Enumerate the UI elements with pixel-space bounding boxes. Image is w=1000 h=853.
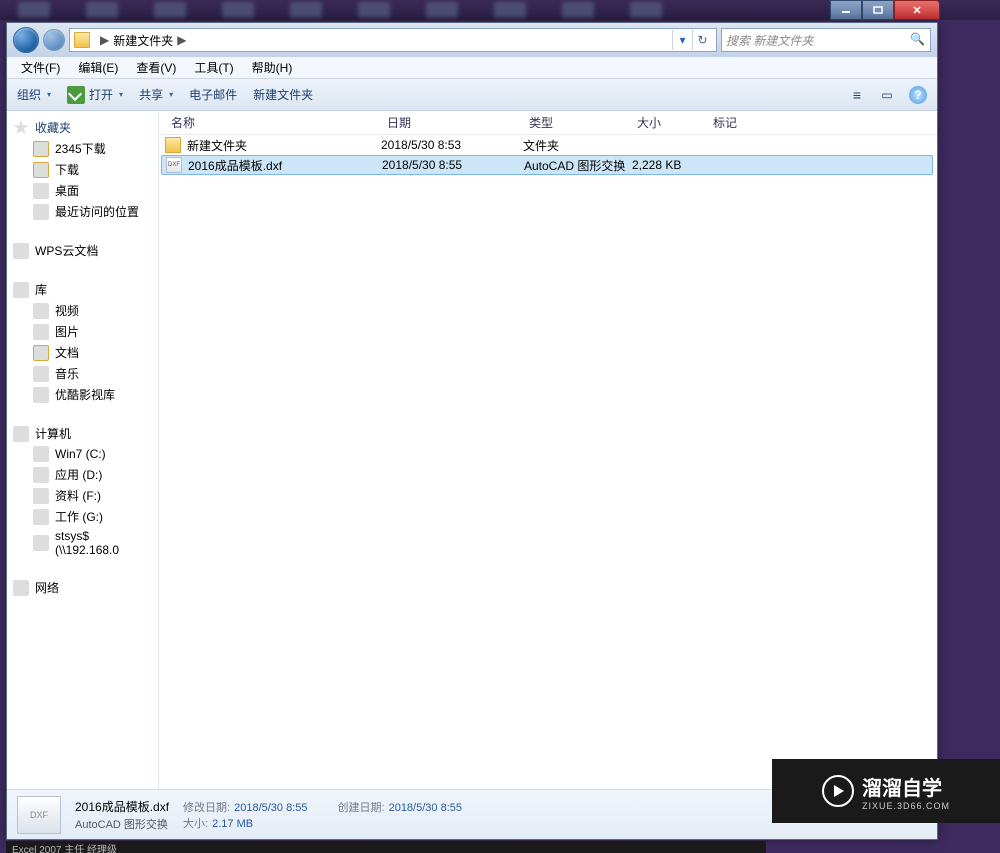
organize-button[interactable]: 组织: [17, 84, 51, 105]
menu-tools[interactable]: 工具(T): [186, 57, 241, 78]
menu-view[interactable]: 查看(V): [128, 57, 184, 78]
help-icon[interactable]: ?: [909, 86, 927, 104]
details-size-value: 2.17 MB: [212, 818, 253, 830]
col-size[interactable]: 大小: [631, 111, 707, 134]
window-controls: [830, 0, 940, 20]
command-bar: 组织 打开 共享 电子邮件 新建文件夹 ≡ ▭ ?: [7, 79, 937, 111]
nav-drive-f[interactable]: 资料 (F:): [7, 485, 158, 506]
play-icon: [822, 775, 854, 807]
network-drive-icon: [33, 535, 49, 551]
star-icon: [13, 120, 29, 136]
file-row-folder[interactable]: 新建文件夹 2018/5/30 8:53 文件夹: [159, 135, 937, 155]
picture-icon: [33, 324, 49, 340]
nav-item-desktop[interactable]: 桌面: [7, 180, 158, 201]
preview-pane-icon[interactable]: ▭: [879, 87, 895, 103]
nav-drive-network[interactable]: stsys$ (\\192.168.0: [7, 527, 158, 559]
watermark-title: 溜溜自学: [862, 772, 950, 801]
maximize-button[interactable]: [862, 0, 894, 20]
cloud-icon: [13, 243, 29, 259]
library-icon: [13, 282, 29, 298]
search-placeholder: 搜索 新建文件夹: [726, 32, 813, 49]
network-icon: [13, 580, 29, 596]
folder-icon: [165, 137, 181, 153]
new-folder-button[interactable]: 新建文件夹: [253, 84, 313, 105]
nav-network-header[interactable]: 网络: [7, 577, 158, 598]
details-create-value: 2018/5/30 8:55: [389, 802, 462, 814]
details-filetype: AutoCAD 图形交换: [75, 816, 169, 832]
nav-wps-header[interactable]: WPS云文档: [7, 240, 158, 261]
bottom-caption: Excel 2007 主任 经理级: [6, 841, 766, 853]
nav-item-2345[interactable]: 2345下载: [7, 138, 158, 159]
search-input[interactable]: 搜索 新建文件夹 🔍: [721, 28, 931, 52]
col-tags[interactable]: 标记: [707, 111, 937, 134]
nav-drive-d[interactable]: 应用 (D:): [7, 464, 158, 485]
details-create-label: 创建日期:: [338, 802, 385, 814]
open-button[interactable]: 打开: [67, 84, 123, 106]
watermark-subtitle: ZIXUE.3D66.COM: [862, 801, 950, 811]
recent-icon: [33, 204, 49, 220]
explorer-window: ▶ 新建文件夹 ▶ ▾ ↻ 搜索 新建文件夹 🔍 文件(F) 编辑(E) 查看(…: [6, 22, 938, 840]
nav-pane: 收藏夹 2345下载 下载 桌面 最近访问的位置 WPS云文档 库 视频 图片 …: [7, 111, 159, 789]
crumb-sep-icon: ▶: [100, 33, 109, 47]
col-date[interactable]: 日期: [381, 111, 523, 134]
file-list: 名称 日期 类型 大小 标记 新建文件夹 2018/5/30 8:53 文件夹 …: [159, 111, 937, 789]
close-button[interactable]: [894, 0, 940, 20]
nav-bar: ▶ 新建文件夹 ▶ ▾ ↻ 搜索 新建文件夹 🔍: [7, 23, 937, 57]
col-name[interactable]: 名称: [165, 111, 381, 134]
document-icon: [33, 345, 49, 361]
dxf-file-icon: DXF: [166, 157, 182, 173]
nav-drive-c[interactable]: Win7 (C:): [7, 444, 158, 464]
crumb-sep-icon: ▶: [177, 33, 186, 47]
nav-item-documents[interactable]: 文档: [7, 342, 158, 363]
menu-file[interactable]: 文件(F): [13, 57, 68, 78]
address-dropdown[interactable]: ▾: [672, 30, 692, 50]
computer-icon: [13, 426, 29, 442]
video-icon: [33, 303, 49, 319]
menu-bar: 文件(F) 编辑(E) 查看(V) 工具(T) 帮助(H): [7, 57, 937, 79]
refresh-button[interactable]: ↻: [692, 30, 712, 50]
file-thumbnail: DXF: [17, 796, 61, 834]
nav-computer-header[interactable]: 计算机: [7, 423, 158, 444]
music-icon: [33, 366, 49, 382]
menu-edit[interactable]: 编辑(E): [70, 57, 126, 78]
back-button[interactable]: [13, 27, 39, 53]
drive-icon: [33, 467, 49, 483]
drive-icon: [33, 488, 49, 504]
nav-drive-g[interactable]: 工作 (G:): [7, 506, 158, 527]
details-filename: 2016成品模板.dxf: [75, 798, 169, 815]
folder-icon: [33, 141, 49, 157]
column-headers: 名称 日期 类型 大小 标记: [159, 111, 937, 135]
youku-icon: [33, 387, 49, 403]
nav-item-downloads[interactable]: 下载: [7, 159, 158, 180]
breadcrumb-folder[interactable]: 新建文件夹: [113, 32, 173, 49]
email-button[interactable]: 电子邮件: [189, 84, 237, 105]
forward-button[interactable]: [43, 29, 65, 51]
folder-icon: [33, 162, 49, 178]
file-row-dxf[interactable]: DXF2016成品模板.dxf 2018/5/30 8:55 AutoCAD 图…: [161, 155, 933, 175]
share-button[interactable]: 共享: [139, 84, 173, 105]
nav-item-pictures[interactable]: 图片: [7, 321, 158, 342]
details-size-label: 大小:: [183, 818, 208, 830]
nav-item-recent[interactable]: 最近访问的位置: [7, 201, 158, 222]
nav-item-music[interactable]: 音乐: [7, 363, 158, 384]
address-bar[interactable]: ▶ 新建文件夹 ▶ ▾ ↻: [69, 28, 717, 52]
nav-favorites-header[interactable]: 收藏夹: [7, 117, 158, 138]
details-mod-value: 2018/5/30 8:55: [234, 802, 307, 814]
nav-item-youku[interactable]: 优酷影视库: [7, 384, 158, 405]
nav-item-videos[interactable]: 视频: [7, 300, 158, 321]
view-options-icon[interactable]: ≡: [849, 87, 865, 103]
menu-help[interactable]: 帮助(H): [244, 57, 301, 78]
watermark-badge: 溜溜自学 ZIXUE.3D66.COM: [772, 759, 1000, 823]
search-icon[interactable]: 🔍: [910, 32, 926, 48]
desktop-icon: [33, 183, 49, 199]
drive-icon: [33, 446, 49, 462]
app-icon: [67, 86, 85, 104]
minimize-button[interactable]: [830, 0, 862, 20]
col-type[interactable]: 类型: [523, 111, 631, 134]
nav-libraries-header[interactable]: 库: [7, 279, 158, 300]
drive-icon: [33, 509, 49, 525]
folder-icon: [74, 32, 90, 48]
details-mod-label: 修改日期:: [183, 802, 230, 814]
